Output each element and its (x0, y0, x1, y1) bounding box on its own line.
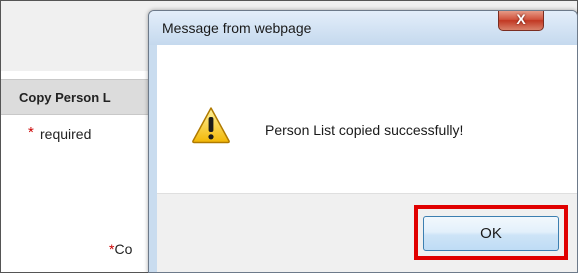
warning-icon (192, 107, 230, 144)
dialog-message: Person List copied successfully! (265, 122, 464, 138)
field-label-text: Co (114, 241, 133, 257)
dialog-titlebar[interactable]: Message from webpage X (149, 11, 577, 45)
required-marker: * (28, 124, 34, 141)
close-icon: X (516, 11, 526, 27)
dialog-title: Message from webpage (162, 20, 312, 36)
section-header-title: Copy Person L (19, 90, 111, 105)
field-label-fragment-required: *Co (109, 241, 132, 257)
required-label: required (40, 126, 92, 142)
message-dialog: Message from webpage X Person List copie… (148, 10, 578, 273)
ok-button[interactable]: OK (423, 216, 559, 251)
dialog-button-area: OK (157, 193, 577, 272)
dialog-body: Person List copied successfully! OK (157, 45, 577, 272)
close-button[interactable]: X (498, 11, 544, 31)
